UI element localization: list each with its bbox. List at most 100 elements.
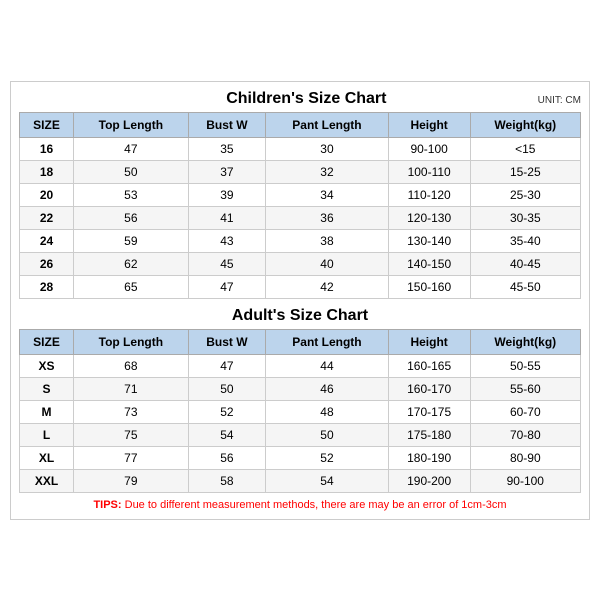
table-cell: 70-80 [470, 423, 580, 446]
table-cell: 100-110 [388, 160, 470, 183]
table-cell: 16 [20, 137, 74, 160]
table-cell: 90-100 [470, 469, 580, 492]
table-cell: 50-55 [470, 354, 580, 377]
table-row: XL775652180-19080-90 [20, 446, 581, 469]
table-cell: 175-180 [388, 423, 470, 446]
table-row: S715046160-17055-60 [20, 377, 581, 400]
table-cell: 36 [266, 206, 388, 229]
table-cell: 34 [266, 183, 388, 206]
adult-header-height: Height [388, 329, 470, 354]
table-cell: XL [20, 446, 74, 469]
table-cell: 68 [74, 354, 189, 377]
table-cell: 50 [266, 423, 388, 446]
adult-title-row: Adult's Size Chart [19, 307, 581, 325]
table-cell: 45 [188, 252, 266, 275]
children-header-weight: Weight(kg) [470, 112, 580, 137]
table-cell: 37 [188, 160, 266, 183]
table-cell: 170-175 [388, 400, 470, 423]
table-cell: XS [20, 354, 74, 377]
table-cell: 54 [266, 469, 388, 492]
table-cell: 22 [20, 206, 74, 229]
table-row: 26624540140-15040-45 [20, 252, 581, 275]
table-row: 18503732100-11015-25 [20, 160, 581, 183]
table-cell: 130-140 [388, 229, 470, 252]
table-cell: 52 [266, 446, 388, 469]
table-row: 24594338130-14035-40 [20, 229, 581, 252]
table-cell: 47 [188, 275, 266, 298]
adult-size-table: SIZE Top Length Bust W Pant Length Heigh… [19, 329, 581, 493]
table-cell: 160-170 [388, 377, 470, 400]
adult-header-row: SIZE Top Length Bust W Pant Length Heigh… [20, 329, 581, 354]
table-row: 20533934110-12025-30 [20, 183, 581, 206]
table-cell: L [20, 423, 74, 446]
table-cell: 24 [20, 229, 74, 252]
children-header-size: SIZE [20, 112, 74, 137]
table-cell: 59 [74, 229, 189, 252]
table-cell: 110-120 [388, 183, 470, 206]
table-cell: S [20, 377, 74, 400]
table-cell: 71 [74, 377, 189, 400]
table-cell: 44 [266, 354, 388, 377]
table-cell: 58 [188, 469, 266, 492]
tips-row: TIPS: Due to different measurement metho… [19, 499, 581, 511]
table-cell: 38 [266, 229, 388, 252]
table-cell: 56 [188, 446, 266, 469]
table-cell: 150-160 [388, 275, 470, 298]
adult-header-bustw: Bust W [188, 329, 266, 354]
table-cell: 28 [20, 275, 74, 298]
table-cell: 77 [74, 446, 189, 469]
table-cell: 30-35 [470, 206, 580, 229]
children-chart-title: Children's Size Chart [79, 90, 534, 108]
table-cell: 75 [74, 423, 189, 446]
table-cell: 60-70 [470, 400, 580, 423]
table-cell: <15 [470, 137, 580, 160]
table-cell: 35-40 [470, 229, 580, 252]
table-cell: 40-45 [470, 252, 580, 275]
table-cell: 65 [74, 275, 189, 298]
table-cell: 80-90 [470, 446, 580, 469]
tips-text: Due to different measurement methods, th… [122, 499, 507, 511]
adult-header-toplength: Top Length [74, 329, 189, 354]
table-cell: 39 [188, 183, 266, 206]
children-header-bustw: Bust W [188, 112, 266, 137]
table-cell: XXL [20, 469, 74, 492]
table-cell: 47 [188, 354, 266, 377]
table-cell: 47 [74, 137, 189, 160]
table-cell: 46 [266, 377, 388, 400]
table-cell: 26 [20, 252, 74, 275]
table-cell: 50 [188, 377, 266, 400]
table-cell: 41 [188, 206, 266, 229]
table-row: XS684744160-16550-55 [20, 354, 581, 377]
adult-header-size: SIZE [20, 329, 74, 354]
table-row: 28654742150-16045-50 [20, 275, 581, 298]
table-row: M735248170-17560-70 [20, 400, 581, 423]
table-cell: 73 [74, 400, 189, 423]
children-size-table: SIZE Top Length Bust W Pant Length Heigh… [19, 112, 581, 299]
adult-chart-title: Adult's Size Chart [79, 307, 521, 325]
table-cell: 32 [266, 160, 388, 183]
children-header-height: Height [388, 112, 470, 137]
unit-label: UNIT: CM [538, 95, 581, 106]
table-cell: 52 [188, 400, 266, 423]
children-title-row: Children's Size Chart UNIT: CM [19, 90, 581, 108]
table-cell: 79 [74, 469, 189, 492]
table-cell: 54 [188, 423, 266, 446]
table-row: XXL795854190-20090-100 [20, 469, 581, 492]
table-cell: 140-150 [388, 252, 470, 275]
table-cell: M [20, 400, 74, 423]
tips-label: TIPS: [93, 499, 121, 511]
table-cell: 56 [74, 206, 189, 229]
table-row: L755450175-18070-80 [20, 423, 581, 446]
table-cell: 53 [74, 183, 189, 206]
table-cell: 190-200 [388, 469, 470, 492]
table-cell: 25-30 [470, 183, 580, 206]
adult-header-pantlength: Pant Length [266, 329, 388, 354]
table-cell: 180-190 [388, 446, 470, 469]
table-cell: 160-165 [388, 354, 470, 377]
table-cell: 40 [266, 252, 388, 275]
children-header-toplength: Top Length [74, 112, 189, 137]
table-cell: 20 [20, 183, 74, 206]
table-cell: 50 [74, 160, 189, 183]
table-cell: 30 [266, 137, 388, 160]
table-cell: 18 [20, 160, 74, 183]
